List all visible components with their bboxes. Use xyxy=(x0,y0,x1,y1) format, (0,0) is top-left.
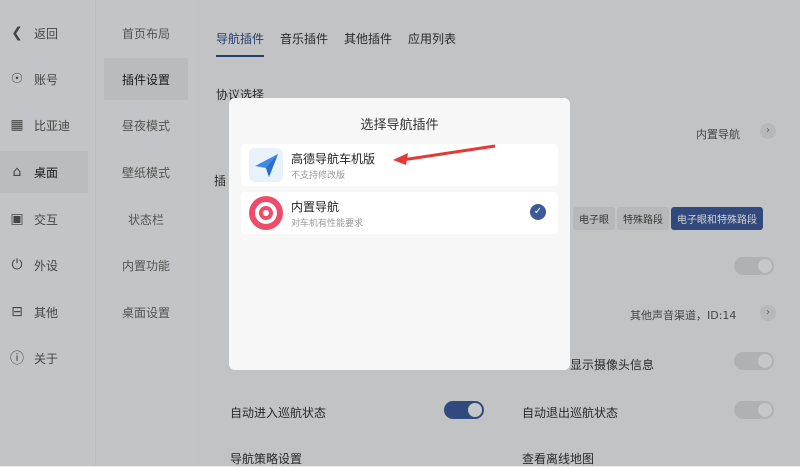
check-icon: ✓ xyxy=(530,204,546,220)
option-amap-car[interactable]: 高德导航车机版 不支持修改版 xyxy=(241,144,558,186)
dialog-title: 选择导航插件 xyxy=(360,118,439,133)
option-builtin-nav[interactable]: 内置导航 对车机有性能要求 ✓ xyxy=(241,192,558,234)
option-subtitle: 对车机有性能要求 xyxy=(291,219,364,229)
option-name: 内置导航 xyxy=(291,200,340,214)
amap-icon xyxy=(249,148,283,182)
option-subtitle: 不支持修改版 xyxy=(291,171,346,181)
option-name: 高德导航车机版 xyxy=(291,152,376,166)
select-nav-plugin-dialog: 选择导航插件 高德导航车机版 不支持修改版 内置导航 对车机有性能要求 ✓ xyxy=(229,98,570,370)
builtin-nav-icon xyxy=(249,196,283,230)
